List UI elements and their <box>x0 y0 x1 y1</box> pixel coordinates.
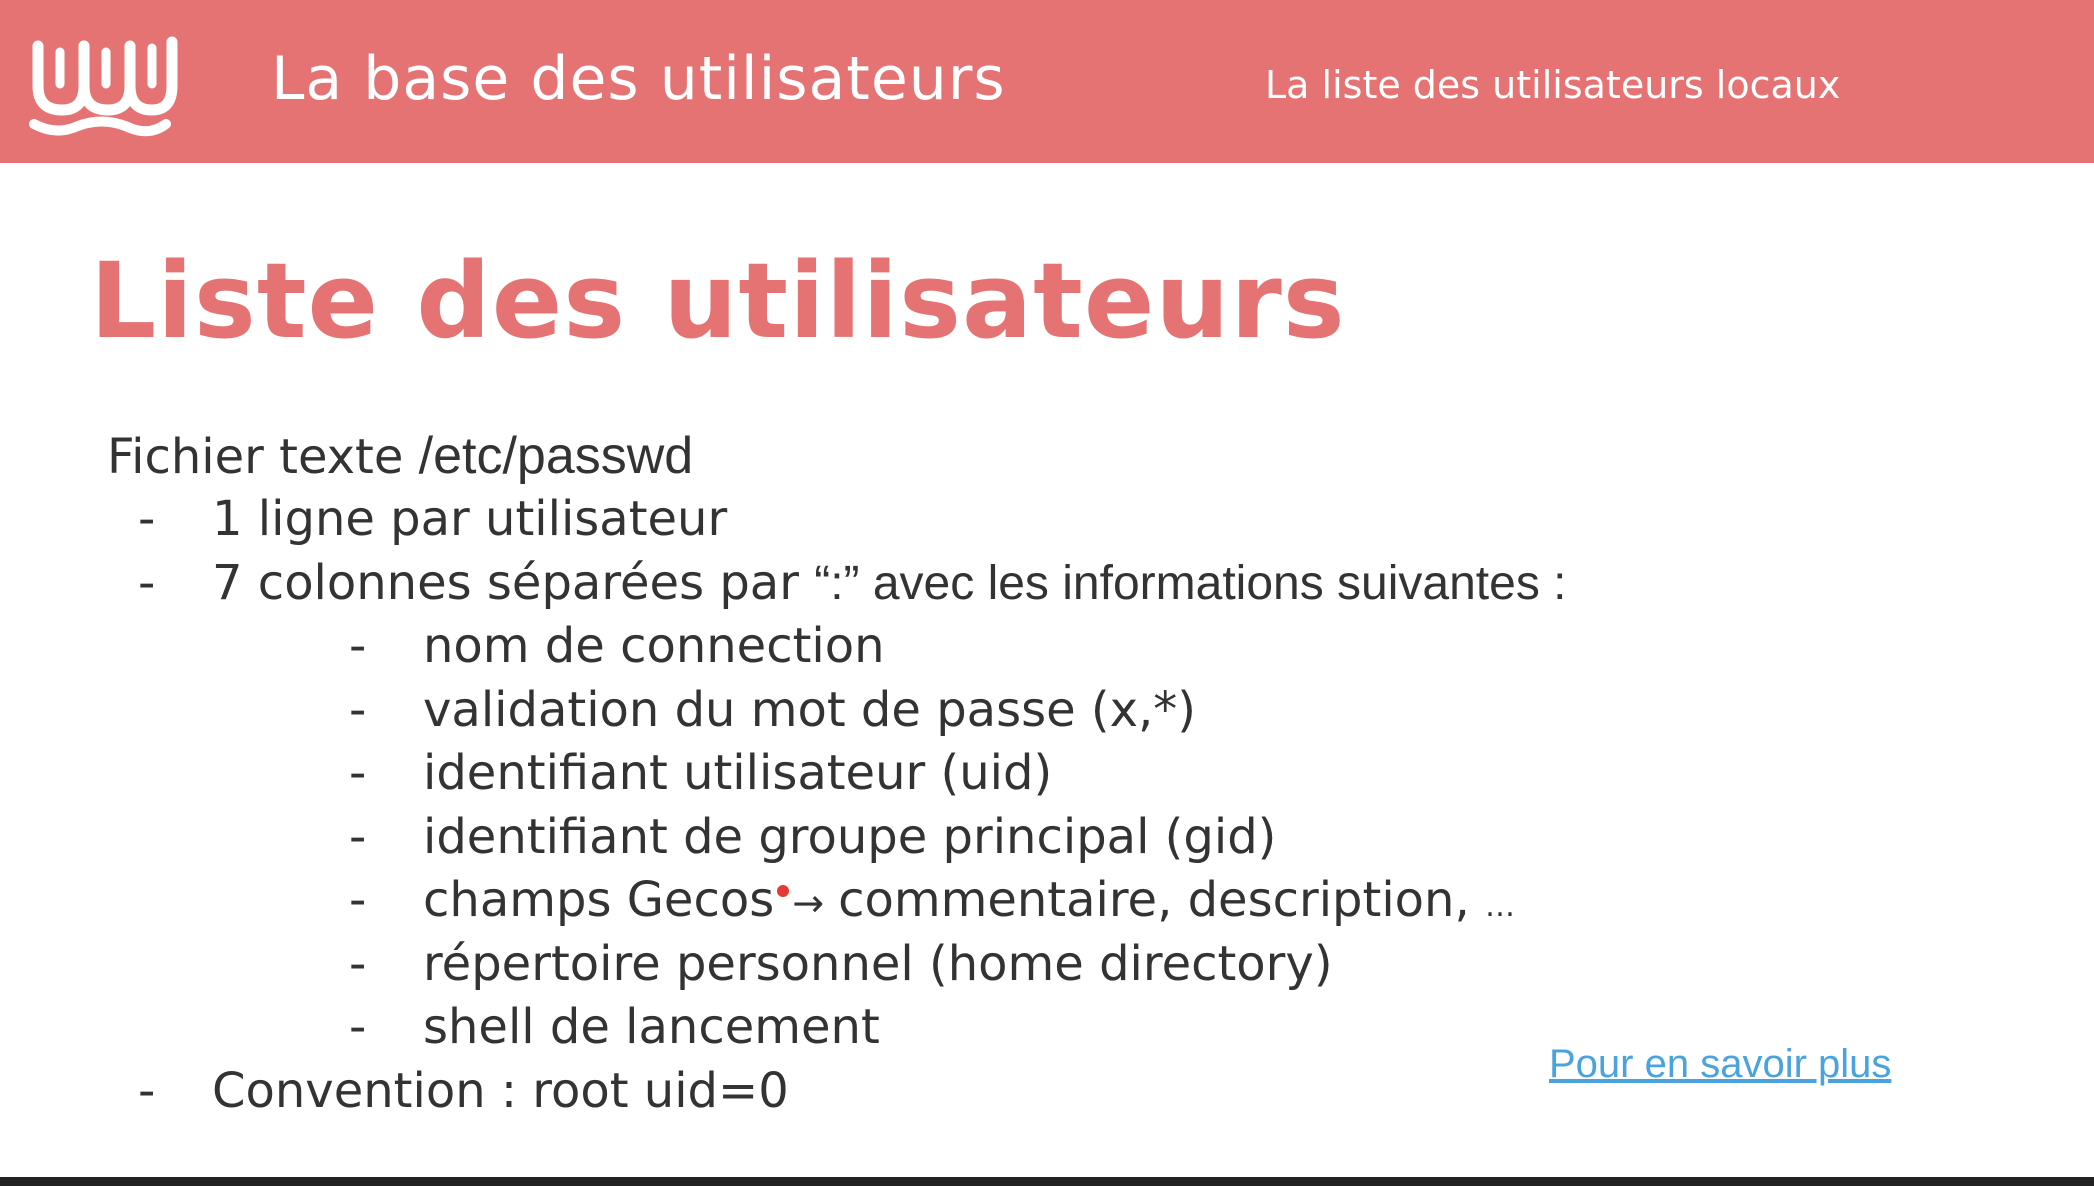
bullet-text: Convention : root uid=0 <box>212 1062 789 1119</box>
column-item-text: shell de lancement <box>423 999 880 1055</box>
intro-line: Fichier texte /etc/passwd <box>107 424 693 488</box>
column-item-text: nom de connection <box>423 618 885 674</box>
column-item-text: répertoire personnel (home directory) <box>423 935 1333 992</box>
column-item-text: identifiant de groupe principal (gid) <box>423 808 1277 865</box>
bullet-dash: - <box>349 745 367 801</box>
bullet-dash: - <box>138 491 156 547</box>
slide-title: Liste des utilisateurs <box>90 240 1346 362</box>
header-subtitle: La liste des utilisateurs locaux <box>1265 63 1841 107</box>
bullet-dash: - <box>349 681 367 738</box>
slide-header-bar: La base des utilisateurs La liste des ut… <box>0 0 2094 163</box>
bullet-dash: - <box>349 935 367 992</box>
column-item-password: - validation du mot de passe (x,*) <box>107 679 1196 743</box>
column-item-gecos: - champs Gecos → commentaire, description,… <box>107 869 1515 933</box>
slide-body: Fichier texte /etc/passwd - 1 ligne par … <box>107 424 1567 1124</box>
bullet-dash: - <box>349 618 367 674</box>
gecos-label: champs Gecos <box>423 872 775 928</box>
presentation-slide: La base des utilisateurs La liste des ut… <box>0 0 2094 1186</box>
bullet-convention: - Convention : root uid=0 <box>107 1060 789 1124</box>
column-item-gid: - identifiant de groupe principal (gid) <box>107 806 1276 870</box>
bullet-text-part2: “:” avec les informations suivantes : <box>814 556 1567 610</box>
bullet-text: 7 colonnes séparées par “:” avec les inf… <box>212 552 1567 616</box>
bullet-dash: - <box>349 872 367 928</box>
learn-more-link[interactable]: Pour en savoir plus <box>1549 1042 1891 1087</box>
column-item-login-name: - nom de connection <box>107 615 885 679</box>
gecos-description: commentaire, description, <box>838 872 1485 928</box>
gecos-ellipsis: … <box>1484 889 1515 924</box>
bullet-dash: - <box>138 1062 156 1119</box>
bullet-text-part1: 7 colonnes séparées par <box>212 554 815 611</box>
column-item-text: champs Gecos → commentaire, description, … <box>423 869 1515 939</box>
column-item-uid: - identifiant utilisateur (uid) <box>107 742 1052 806</box>
header-title: La base des utilisateurs <box>271 44 1006 114</box>
column-item-text: validation du mot de passe (x,*) <box>423 681 1196 738</box>
bullet-dash: - <box>349 999 367 1055</box>
bullet-dash: - <box>349 808 367 865</box>
bullet-dash: - <box>138 554 156 611</box>
right-arrow-icon: → <box>792 881 825 925</box>
intro-text: Fichier texte <box>107 429 419 485</box>
column-item-home-directory: - répertoire personnel (home directory) <box>107 933 1333 997</box>
laser-pointer-dot <box>777 885 789 897</box>
column-item-text: identifiant utilisateur (uid) <box>423 745 1053 801</box>
column-item-shell: - shell de lancement <box>107 996 880 1060</box>
passwd-file-path: /etc/passwd <box>418 427 694 485</box>
bullet-text: 1 ligne par utilisateur <box>212 491 728 547</box>
bottom-edge-bar <box>0 1177 2094 1186</box>
bullet-seven-columns: - 7 colonnes séparées par “:” avec les i… <box>107 552 1567 616</box>
wavy-lines-logo-icon <box>29 36 178 137</box>
bullet-one-line-per-user: - 1 ligne par utilisateur <box>107 488 727 552</box>
